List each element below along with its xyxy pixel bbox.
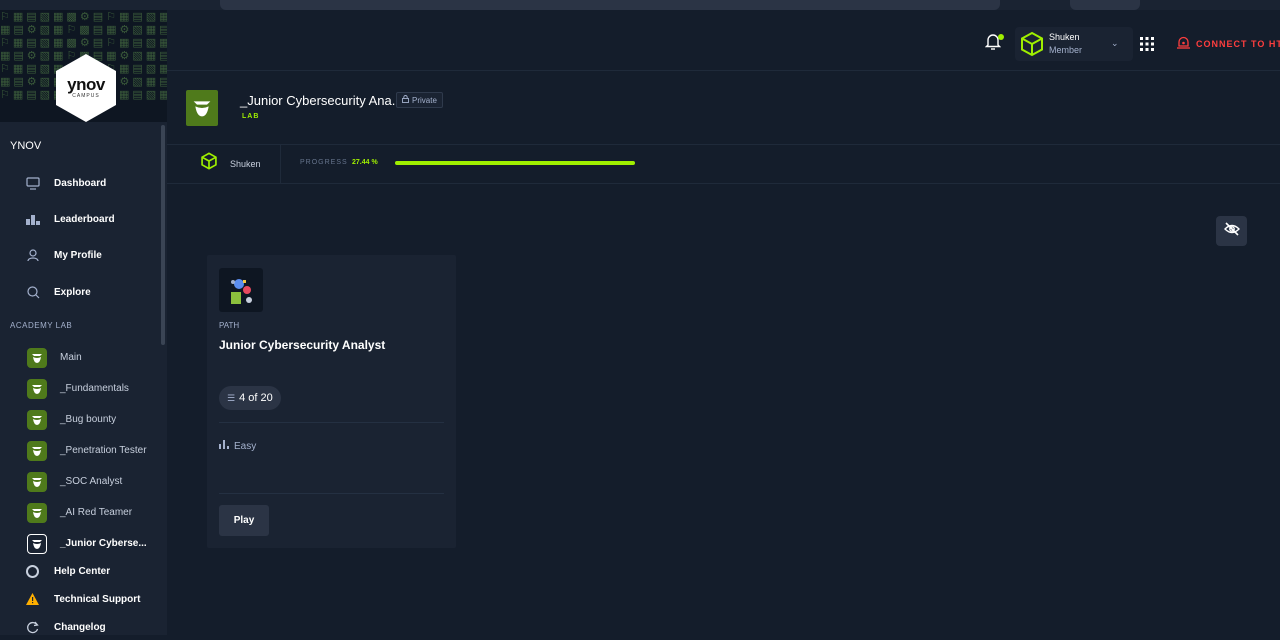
sidebar-lab-bug-bounty[interactable]: _Bug bounty	[0, 406, 160, 434]
browser-top-strip	[0, 0, 1280, 10]
lab-badge-icon	[27, 503, 47, 523]
difficulty-bars-icon	[219, 440, 229, 452]
sidebar-item-label: Changelog	[54, 622, 106, 633]
logo-area: ⚐▦▤▧▦▩⚙▤⚐▦▤▧▦▦▤⚙▧▦⚐▩▤▦⚙▧▦▤⚐▦▤▧▦▩⚙▤⚐▦▤▧▦▦…	[0, 10, 167, 122]
sidebar-item-label: Help Center	[54, 566, 111, 577]
private-badge: Private	[396, 92, 443, 108]
org-name: YNOV	[10, 140, 42, 152]
user-avatar-cube-icon	[1019, 31, 1045, 57]
sidebar-item-help-center[interactable]: Help Center	[0, 558, 160, 584]
lock-icon	[402, 95, 409, 105]
difficulty-label: Easy	[234, 440, 257, 452]
private-label: Private	[412, 95, 437, 105]
progress-user: Shuken	[230, 159, 261, 169]
sidebar-item-label: Explore	[54, 286, 91, 298]
path-thumbnail-icon	[219, 268, 263, 312]
sections-count-badge: ☰ 4 of 20	[219, 386, 281, 410]
divider	[280, 145, 281, 183]
lab-badge-icon	[27, 441, 47, 461]
user-cube-icon	[200, 152, 218, 170]
sidebar-item-technical-support[interactable]: Technical Support	[0, 586, 160, 612]
sidebar-item-changelog[interactable]: Changelog	[0, 614, 160, 640]
sidebar-item-leaderboard[interactable]: Leaderboard	[0, 204, 160, 234]
notifications-bell-icon[interactable]	[984, 32, 1005, 52]
lab-badge-icon	[27, 534, 47, 554]
card-kind: PATH	[219, 321, 240, 330]
toolbar-fragment	[1070, 0, 1140, 10]
progress-bar	[395, 161, 635, 165]
refresh-icon	[24, 619, 40, 635]
sidebar-lab-soc-analyst[interactable]: _SOC Analyst	[0, 468, 160, 496]
sidebar-item-dashboard[interactable]: Dashboard	[0, 168, 160, 198]
user-role: Member	[1049, 45, 1083, 55]
sidebar-lab-label: _Junior Cyberse...	[60, 538, 147, 549]
podium-icon	[24, 210, 42, 228]
sidebar-item-label: Leaderboard	[54, 213, 115, 225]
connect-label: CONNECT TO HTB	[1196, 39, 1280, 49]
sidebar-lab-junior-cybersecurity[interactable]: _Junior Cyberse...	[0, 530, 160, 558]
user-icon	[24, 246, 42, 264]
hide-toggle-button[interactable]	[1216, 216, 1247, 246]
progress-value: 27.44 %	[352, 159, 378, 166]
vpn-alarm-icon	[1176, 35, 1191, 55]
section-label-academy-lab: ACADEMY LAB	[10, 321, 73, 330]
apps-grid-icon[interactable]	[1140, 37, 1154, 51]
play-button[interactable]: Play	[219, 505, 269, 536]
sidebar-lab-ai-red-teamer[interactable]: _AI Red Teamer	[0, 499, 160, 527]
lab-badge-icon	[27, 348, 47, 368]
page-title: _Junior Cybersecurity Ana...	[240, 93, 403, 108]
difficulty: Easy	[219, 440, 256, 452]
path-card: PATH Junior Cybersecurity Analyst ☰ 4 of…	[207, 255, 456, 548]
card-title[interactable]: Junior Cybersecurity Analyst	[219, 338, 385, 352]
progress-bar-fill	[395, 161, 635, 165]
sidebar-lab-main[interactable]: Main	[0, 344, 160, 372]
lab-logo-icon	[186, 90, 218, 126]
lifebuoy-icon	[24, 563, 40, 579]
sidebar-lab-penetration-tester[interactable]: _Penetration Tester	[0, 437, 160, 465]
sidebar-lab-label: _SOC Analyst	[60, 476, 123, 487]
sidebar-item-label: Dashboard	[54, 177, 107, 189]
address-bar-fragment	[220, 0, 1000, 10]
lab-badge-icon	[27, 410, 47, 430]
sidebar-lab-label: _Penetration Tester	[60, 445, 147, 456]
sidebar-scrollbar[interactable]	[161, 125, 165, 345]
sidebar-lab-label: _AI Red Teamer	[60, 507, 133, 518]
notification-dot	[998, 34, 1004, 40]
sidebar-item-explore[interactable]: Explore	[0, 277, 160, 307]
lab-tag: LAB	[242, 113, 260, 120]
monitor-icon	[24, 174, 42, 192]
sidebar: ⚐▦▤▧▦▩⚙▤⚐▦▤▧▦▦▤⚙▧▦⚐▩▤▦⚙▧▦▤⚐▦▤▧▦▩⚙▤⚐▦▤▧▦▦…	[0, 0, 167, 635]
sidebar-lab-label: Main	[60, 352, 82, 363]
sidebar-lab-label: _Bug bounty	[60, 414, 117, 425]
progress-label: PROGRESS	[300, 159, 348, 166]
checklist-icon: ☰	[227, 392, 236, 403]
lab-badge-icon	[27, 472, 47, 492]
divider	[219, 493, 444, 494]
sidebar-lab-label: _Fundamentals	[60, 383, 129, 394]
connect-to-htb-button[interactable]: CONNECT TO HTB	[1172, 34, 1280, 54]
chevron-down-icon: ⌄	[1111, 38, 1119, 48]
sidebar-item-label: Technical Support	[54, 594, 141, 605]
logo-brand: ynov	[67, 75, 105, 94]
sidebar-item-label: My Profile	[54, 249, 102, 261]
sidebar-item-my-profile[interactable]: My Profile	[0, 240, 160, 270]
lab-badge-icon	[27, 379, 47, 399]
eye-off-icon	[1223, 221, 1240, 241]
user-name: Shuken	[1049, 32, 1080, 42]
explore-icon	[24, 283, 42, 301]
user-menu[interactable]: Shuken Member ⌄	[1015, 27, 1133, 61]
logo-sub: CAMPUS	[72, 93, 100, 99]
warning-icon	[24, 591, 40, 607]
sections-count: 4 of 20	[239, 392, 273, 404]
divider	[219, 422, 444, 423]
sidebar-lab-fundamentals[interactable]: _Fundamentals	[0, 375, 160, 403]
